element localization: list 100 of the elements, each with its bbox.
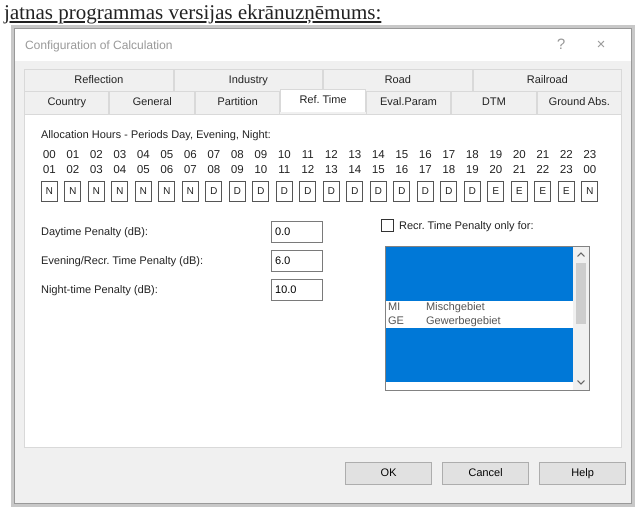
period-button[interactable]: D [252, 180, 270, 202]
hour-label: 10 [254, 162, 268, 178]
hour-label: 00 [583, 162, 596, 178]
hour-label: 04 [136, 148, 150, 162]
hour-label: 18 [466, 148, 479, 162]
field-label: Evening/Recr. Time Penalty (dB): [41, 254, 204, 269]
period-button[interactable]: D [228, 180, 246, 202]
scrollbar[interactable] [573, 247, 589, 390]
hour-label: 05 [160, 148, 174, 162]
period-button[interactable]: E [558, 180, 575, 202]
period-button[interactable]: D [276, 180, 293, 202]
hour-label: 21 [512, 162, 526, 178]
hour-label: 22 [536, 162, 550, 178]
hour-label: 20 [489, 162, 502, 178]
period-button[interactable]: D [464, 180, 481, 202]
list-item[interactable]: MI Mischgebiet [386, 301, 573, 314]
tab[interactable]: Partition [194, 90, 280, 114]
hour-label: 03 [113, 148, 126, 162]
period-button[interactable]: N [88, 180, 105, 202]
hour-label: 21 [536, 148, 550, 162]
hour-label: 12 [301, 162, 314, 178]
period-button[interactable]: D [346, 180, 364, 202]
hour-label: 04 [113, 162, 126, 178]
period-button[interactable]: D [205, 180, 222, 202]
hour-label: 23 [560, 162, 573, 178]
checkbox[interactable] [381, 219, 394, 232]
tab[interactable]: Railroad [472, 69, 622, 90]
hour-label: 01 [42, 162, 56, 178]
hour-label: 16 [418, 148, 432, 162]
hour-label: 14 [372, 148, 385, 162]
hour-label: 03 [90, 162, 103, 178]
tab[interactable]: Ground Abs. [536, 90, 622, 114]
hour-label: 15 [372, 162, 385, 178]
hour-label: 00 [42, 148, 56, 162]
period-button[interactable]: D [299, 180, 316, 202]
tab[interactable]: General [109, 90, 195, 114]
period-button[interactable]: N [134, 180, 152, 202]
period-button[interactable]: N [158, 180, 176, 202]
hour-label: 07 [207, 148, 220, 162]
selected-list-row[interactable] [386, 328, 573, 342]
dialog-button[interactable]: OK [345, 462, 432, 485]
hour-label: 02 [90, 148, 103, 162]
scrollbar-thumb[interactable] [576, 263, 586, 324]
tab[interactable]: Industry [174, 69, 323, 90]
period-button[interactable]: E [534, 180, 552, 202]
tab[interactable]: Ref. Time [280, 88, 366, 112]
period-button[interactable]: N [581, 180, 598, 202]
period-button[interactable]: D [322, 180, 340, 202]
checkbox-label: Recr. Time Penalty only for: [399, 218, 534, 234]
period-button[interactable]: N [182, 180, 199, 202]
period-button[interactable]: N [40, 180, 58, 202]
field-label: Daytime Penalty (dB): [41, 224, 149, 240]
hour-label: 11 [302, 148, 314, 162]
period-button[interactable]: E [487, 180, 504, 202]
area-list[interactable]: MI Mischgebiet GE Gewerbegebiet [385, 246, 590, 391]
hour-label: 07 [184, 162, 197, 178]
hour-label: 18 [442, 162, 456, 178]
hour-label: 22 [560, 148, 573, 162]
period-button[interactable]: D [370, 180, 387, 202]
period-button[interactable]: N [64, 180, 82, 202]
hour-label: 10 [278, 148, 291, 162]
hour-label: 14 [348, 162, 362, 178]
hour-label: 13 [348, 148, 362, 162]
hour-label: 09 [230, 162, 244, 178]
period-button[interactable]: D [416, 180, 434, 202]
tab[interactable]: Road [323, 69, 472, 90]
scroll-down-icon[interactable] [577, 380, 585, 385]
hour-label: 20 [512, 148, 526, 162]
hour-label: 11 [278, 162, 290, 178]
hour-label: 13 [324, 162, 338, 178]
hour-label: 06 [160, 162, 174, 178]
hour-label: 05 [136, 162, 150, 178]
scroll-up-icon[interactable] [577, 252, 585, 257]
hour-label: 23 [583, 148, 596, 162]
list-item[interactable]: GE Gewerbegebiet [386, 314, 573, 328]
input-field[interactable]: 6.0 [271, 250, 323, 272]
tab[interactable]: DTM [451, 90, 537, 114]
input-field[interactable]: 10.0 [271, 279, 323, 301]
field-label: Night-time Penalty (dB): [41, 282, 159, 298]
hour-label: 09 [254, 148, 268, 162]
allocation-label: Allocation Hours - Periods Day, Evening, Night: [41, 128, 272, 143]
tab[interactable]: Country [24, 90, 110, 114]
selected-list-row[interactable] [386, 288, 573, 301]
window-title: Configuration of Calculation [25, 37, 174, 54]
period-button[interactable]: E [510, 180, 528, 202]
period-button[interactable]: D [393, 180, 410, 202]
hour-label: 16 [395, 162, 408, 178]
tab[interactable]: Eval.Param [366, 90, 452, 114]
input-field[interactable]: 0.0 [271, 221, 323, 243]
caption-text: jatnas programmas versijas ekrānuzņēmums: [4, 0, 382, 24]
tab[interactable]: Reflection [24, 69, 174, 90]
period-button[interactable]: N [111, 180, 128, 202]
hour-label: 02 [66, 162, 80, 178]
dialog-button[interactable]: Cancel [442, 462, 529, 485]
period-button[interactable]: D [440, 180, 458, 202]
hour-label: 17 [418, 162, 432, 178]
hour-label: 12 [324, 148, 338, 162]
dialog-button[interactable]: Help [539, 462, 626, 485]
hour-label: 19 [466, 162, 479, 178]
hour-label: 17 [442, 148, 456, 162]
